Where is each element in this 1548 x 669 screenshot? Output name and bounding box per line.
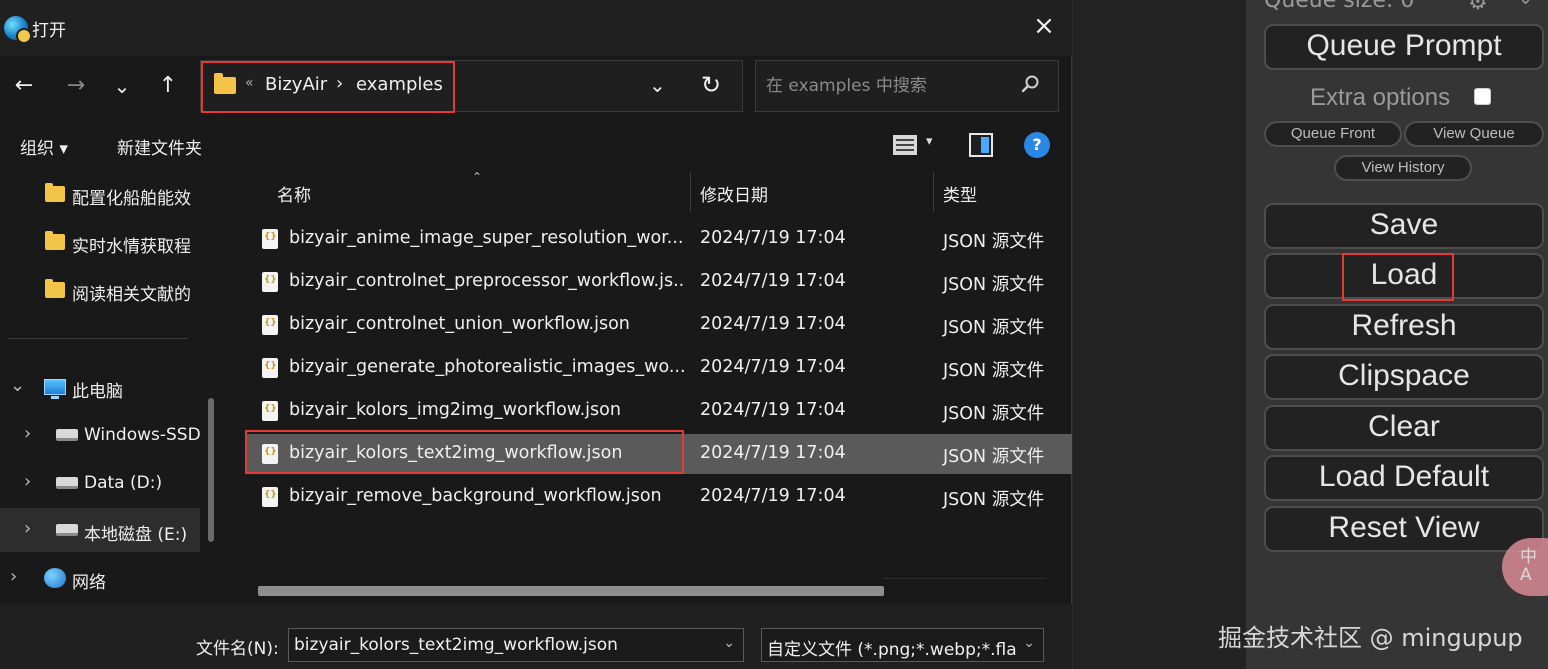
help-icon[interactable]: ? [1024,132,1050,158]
expand-chevron-icon[interactable]: › [10,566,17,587]
expand-chevron-icon[interactable]: › [24,423,31,444]
nav-divider [8,338,188,339]
open-file-dialog: 打开 × ← → ⌄ ↑ « BizyAir › examples ⌄ ↻ 组织… [0,0,1072,669]
clipspace-button[interactable]: Clipspace [1264,354,1544,400]
drive-icon [56,429,78,441]
column-divider[interactable] [690,172,691,212]
search-icon[interactable] [1020,74,1040,94]
recent-locations-chevron-icon[interactable]: ⌄ [104,68,140,104]
filename-input[interactable]: bizyair_kolors_text2img_workflow.json ⌄ [288,628,744,662]
extra-options-label: Extra options [1310,84,1451,111]
nav-item-local-e[interactable]: › 本地磁盘 (E:) [0,508,200,552]
nav-scrollbar-thumb[interactable] [208,398,214,542]
json-file-icon [262,358,278,378]
address-dropdown-chevron-icon[interactable]: ⌄ [649,73,666,97]
collapse-chevron-icon[interactable]: ⌄ [10,375,25,396]
file-list-header: ⌃ 名称 修改日期 类型 [232,172,1072,212]
gear-icon[interactable]: ⚙ [1468,0,1488,15]
nav-item-quick-1[interactable]: 配置化船舶能效 [0,172,200,216]
computer-icon [44,379,66,399]
column-header-name[interactable]: 名称 [277,181,311,206]
column-divider[interactable] [933,172,934,212]
column-header-type[interactable]: 类型 [943,181,977,206]
address-highlight-box [201,61,455,113]
filetype-value: 自定义文件 (*.png;*.webp;*.fla [767,640,1017,660]
close-icon[interactable]: × [1030,12,1058,40]
save-button[interactable]: Save [1264,203,1544,249]
nav-item-quick-2[interactable]: 实时水情获取程 [0,220,200,264]
json-file-icon [262,272,278,292]
extra-options-checkbox[interactable] [1474,88,1491,105]
chevron-down-icon[interactable]: ⌄ [1019,635,1035,651]
filename-value: bizyair_kolors_text2img_workflow.json [294,635,618,655]
load-highlight-box [1342,253,1454,301]
scrollbar-track [884,578,1046,579]
watermark: 掘金技术社区 @ mingupup [1218,624,1523,652]
up-arrow-icon[interactable]: ↑ [150,68,186,104]
navigation-pane: 配置化船舶能效 实时水情获取程 阅读相关文献的 ⌄ 此电脑 › Windows-… [0,172,222,604]
dialog-footer: 文件名(N): bizyair_kolors_text2img_workflow… [0,604,1072,669]
json-file-icon [262,487,278,507]
file-row[interactable]: bizyair_generate_photorealistic_images_w… [246,348,1072,388]
network-icon [44,568,66,588]
nav-item-data-d[interactable]: › Data (D:) [0,461,200,505]
view-options-dropdown-icon[interactable]: ▾ [926,134,933,149]
refresh-button[interactable]: Refresh [1264,304,1544,350]
filetype-select[interactable]: 自定义文件 (*.png;*.webp;*.fla ⌄ [761,628,1044,662]
file-row[interactable]: bizyair_anime_image_super_resolution_wor… [246,219,1072,259]
file-row[interactable]: bizyair_controlnet_preprocessor_workflow… [246,262,1072,302]
refresh-icon[interactable]: ↻ [701,71,721,99]
nav-item-quick-3[interactable]: 阅读相关文献的 [0,268,200,312]
canvas-background [1073,0,1246,669]
dialog-title: 打开 [32,21,66,41]
json-file-icon [262,315,278,335]
queue-prompt-button[interactable]: Queue Prompt [1264,24,1544,70]
file-list: ⌃ 名称 修改日期 类型 bizyair_anime_image_super_r… [232,172,1072,604]
expand-chevron-icon[interactable]: › [24,518,31,539]
chevron-down-icon[interactable]: ⌄ [723,635,735,651]
json-file-icon [262,229,278,249]
new-folder-button[interactable]: 新建文件夹 [117,134,202,159]
expand-chevron-icon[interactable]: › [24,471,31,492]
view-options-icon[interactable] [892,134,918,156]
sort-ascending-icon: ⌃ [472,172,483,184]
address-bar[interactable]: « BizyAir › examples ⌄ ↻ [200,60,743,113]
file-row[interactable]: bizyair_controlnet_union_workflow.json 2… [246,305,1072,345]
dialog-toolbar: 组织 ▾ 新建文件夹 ▾ ? [0,116,1072,172]
drive-icon [56,524,78,536]
selected-file-highlight-box [245,430,684,474]
filename-label: 文件名(N): [196,639,279,659]
folder-icon [45,231,65,250]
clear-button[interactable]: Clear [1264,405,1544,451]
view-history-button[interactable]: View History [1334,155,1472,181]
nav-item-this-pc[interactable]: ⌄ 此电脑 [0,365,200,409]
reset-view-button[interactable]: Reset View [1264,506,1544,552]
column-header-date[interactable]: 修改日期 [700,181,768,206]
dialog-titlebar: 打开 × [0,0,1072,56]
horizontal-scrollbar-thumb[interactable] [258,586,884,596]
queue-size-label: Queue size: 0 [1264,0,1415,13]
json-file-icon [262,401,278,421]
folder-icon [45,279,65,298]
navigation-bar: ← → ⌄ ↑ « BizyAir › examples ⌄ ↻ [0,56,1072,116]
view-queue-button[interactable]: View Queue [1404,121,1544,147]
file-row[interactable]: bizyair_remove_background_workflow.json … [246,477,1072,517]
search-box [755,60,1059,112]
app-icon [4,16,32,44]
language-icon-text: 中 A [1520,547,1537,585]
chevron-down-icon[interactable]: ⌄ [1518,0,1533,9]
back-arrow-icon[interactable]: ← [6,68,42,104]
organize-menu-button[interactable]: 组织 ▾ [20,134,68,159]
drive-icon [56,477,78,489]
search-input[interactable] [756,61,1016,111]
folder-icon [45,183,65,202]
queue-front-button[interactable]: Queue Front [1264,121,1402,147]
nav-item-windows-ssd[interactable]: › Windows-SSD [0,413,200,457]
forward-arrow-icon[interactable]: → [58,68,94,104]
preview-pane-icon[interactable] [969,133,993,157]
load-default-button[interactable]: Load Default [1264,455,1544,501]
nav-item-network[interactable]: › 网络 [0,556,200,600]
file-row[interactable]: bizyair_kolors_img2img_workflow.json 202… [246,391,1072,431]
